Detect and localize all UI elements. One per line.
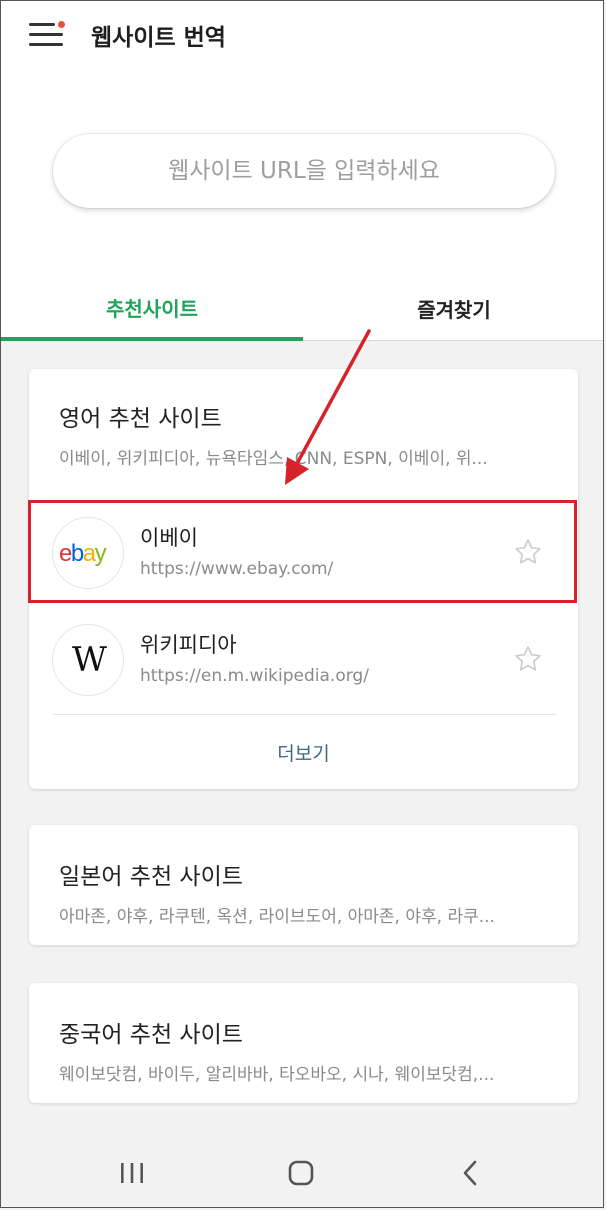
english-sites-card: 영어 추천 사이트 이베이, 위키피디아, 뉴욕타임스, CNN, ESPN, … bbox=[29, 369, 578, 789]
section-subtitle: 이베이, 위키피디아, 뉴욕타임스, CNN, ESPN, 이베이, 위... bbox=[59, 449, 488, 469]
tab-recommended[interactable]: 추천사이트 bbox=[1, 277, 303, 341]
site-name: 위키피디아 bbox=[140, 633, 237, 657]
app-screen: 웹사이트 번역 추천사이트 즐겨찾기 영어 추천 사이트 이베이, 위키피디아,… bbox=[0, 0, 604, 1208]
section-title: 영어 추천 사이트 bbox=[59, 406, 222, 432]
ebay-logo: ebay bbox=[52, 517, 124, 589]
url-input[interactable] bbox=[86, 157, 522, 185]
url-search-box[interactable] bbox=[53, 134, 555, 208]
menu-button[interactable] bbox=[29, 21, 65, 49]
section-title: 중국어 추천 사이트 bbox=[59, 1022, 243, 1048]
section-subtitle: 아마존, 야후, 라쿠텐, 옥션, 라이브도어, 아마존, 야후, 라쿠... bbox=[59, 907, 495, 927]
site-url: https://en.m.wikipedia.org/ bbox=[140, 666, 369, 686]
header: 웹사이트 번역 추천사이트 즐겨찾기 bbox=[1, 1, 603, 341]
menu-icon bbox=[29, 23, 55, 26]
system-nav-bar bbox=[1, 1131, 603, 1207]
back-icon bbox=[463, 1160, 477, 1186]
tab-bar: 추천사이트 즐겨찾기 bbox=[1, 277, 603, 341]
site-row-ebay[interactable]: ebay 이베이 https://www.ebay.com/ bbox=[29, 502, 578, 602]
recents-icon bbox=[121, 1163, 143, 1183]
recents-button[interactable] bbox=[102, 1143, 162, 1203]
site-row-wikipedia[interactable]: W 위키피디아 https://en.m.wikipedia.org/ bbox=[29, 609, 578, 709]
star-outline-icon[interactable] bbox=[513, 644, 543, 674]
japanese-sites-card[interactable]: 일본어 추천 사이트 아마존, 야후, 라쿠텐, 옥션, 라이브도어, 아마존,… bbox=[29, 825, 578, 945]
section-subtitle: 웨이보닷컴, 바이두, 알리바바, 타오바오, 시나, 웨이보닷컴,... bbox=[59, 1065, 495, 1085]
section-title: 일본어 추천 사이트 bbox=[59, 864, 243, 890]
ebay-letter-y: y bbox=[95, 540, 107, 566]
chinese-sites-card[interactable]: 중국어 추천 사이트 웨이보닷컴, 바이두, 알리바바, 타오바오, 시나, 웨… bbox=[29, 983, 578, 1103]
back-button[interactable] bbox=[440, 1143, 500, 1203]
wikipedia-logo: W bbox=[52, 624, 124, 696]
svg-text:ebay: ebay bbox=[59, 540, 107, 566]
site-url: https://www.ebay.com/ bbox=[140, 559, 334, 579]
home-icon bbox=[288, 1160, 314, 1186]
star-outline-icon[interactable] bbox=[513, 537, 543, 567]
more-button[interactable]: 더보기 bbox=[29, 715, 578, 789]
page-title: 웹사이트 번역 bbox=[91, 25, 226, 51]
tab-favorites[interactable]: 즐겨찾기 bbox=[303, 277, 603, 339]
site-name: 이베이 bbox=[140, 526, 198, 550]
notification-dot bbox=[58, 21, 65, 28]
home-button[interactable] bbox=[271, 1143, 331, 1203]
